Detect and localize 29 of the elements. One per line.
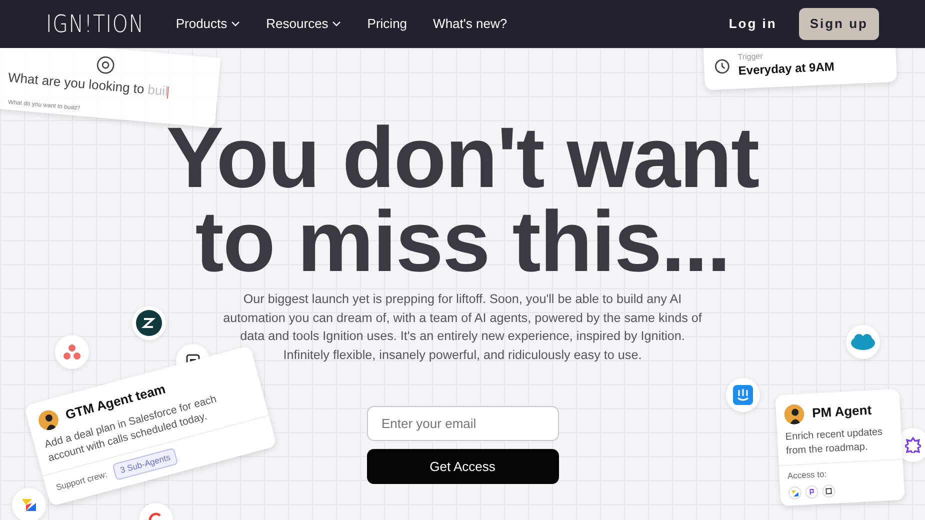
- card-description: Enrich recent updates from the roadmap.: [776, 420, 903, 466]
- three-dots-icon: [63, 344, 81, 360]
- app-icon: [822, 484, 836, 498]
- card-title: PM Agent: [812, 402, 872, 423]
- cloud-icon: [850, 333, 876, 351]
- footer-label: Access to:: [787, 468, 828, 483]
- email-field[interactable]: Enter your email: [366, 406, 558, 441]
- nav-link[interactable]: Resources: [266, 14, 342, 34]
- trigger-label: Trigger: [738, 50, 764, 62]
- clock-icon: [714, 58, 730, 75]
- app-icon: [804, 484, 819, 499]
- get-access-button[interactable]: Get Access: [366, 449, 558, 484]
- badge-icon: [905, 437, 921, 453]
- nav-link[interactable]: Pricing: [367, 14, 408, 34]
- avatar-icon: [36, 408, 61, 432]
- stripes-icon: [20, 497, 38, 513]
- signup-button[interactable]: Sign up: [798, 8, 879, 40]
- chat-icon: [733, 385, 753, 405]
- hero-headline: You don't want to miss this...: [165, 116, 760, 284]
- logo-icon: [96, 55, 116, 75]
- login-link[interactable]: Log in: [722, 13, 783, 35]
- text-cursor: [167, 86, 170, 98]
- letter-z-icon: [136, 310, 162, 336]
- logo[interactable]: IGN!TION: [46, 6, 144, 42]
- nav-link[interactable]: Products: [176, 14, 240, 34]
- hero-description: Our biggest launch yet is prepping for liftoff. Soon, you'll be able to build any AI automation you can dream of, with a team of AI agents, powered by the same kinds of data and tools Ignition uses. It's an entirely new experience, inspired by Ignition. Infinitely flexible, insanely powerful, and ridiculously easy to use.: [222, 291, 703, 364]
- avatar-icon: [784, 404, 805, 425]
- nav-link[interactable]: What's new?: [433, 14, 508, 34]
- app-icon: [788, 486, 802, 500]
